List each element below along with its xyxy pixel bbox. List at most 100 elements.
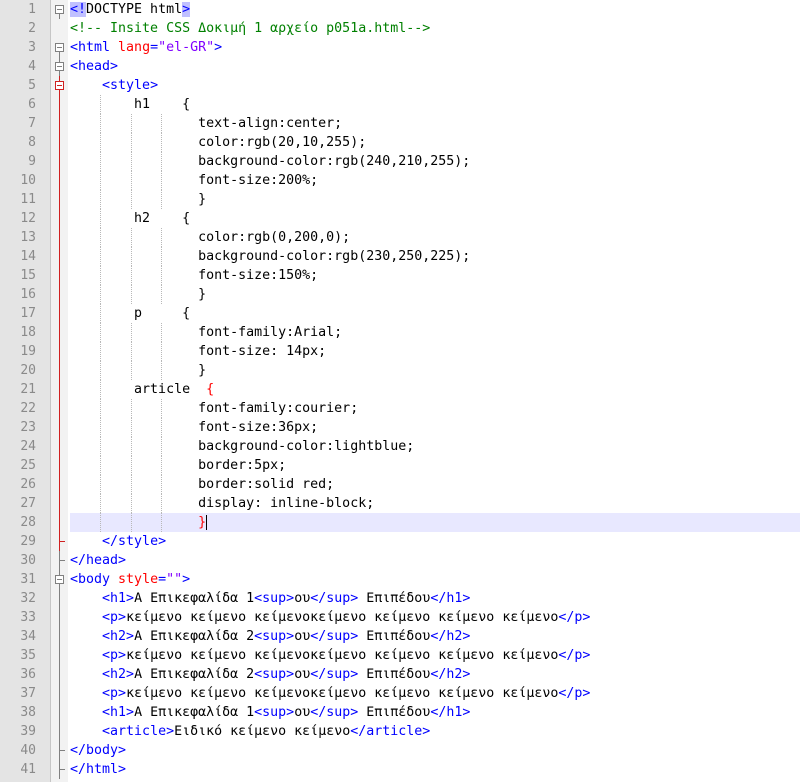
code-line[interactable]: 15 font-size:150%;	[0, 266, 800, 285]
code-line[interactable]: 32 <h1>Α Επικεφαλίδα 1<sup>ου</sup> Επιπ…	[0, 589, 800, 608]
code-text[interactable]: background-color:rgb(230,250,225);	[70, 247, 800, 266]
code-text[interactable]: <h1>Α Επικεφαλίδα 1<sup>ου</sup> Επιπέδο…	[70, 703, 800, 722]
code-text[interactable]: </html>	[70, 760, 800, 779]
fold-toggle-icon[interactable]	[52, 57, 68, 76]
code-line[interactable]: 21 article {	[0, 380, 800, 399]
code-line[interactable]: 16 }	[0, 285, 800, 304]
code-line[interactable]: 25 border:5px;	[0, 456, 800, 475]
code-text[interactable]: <article>Ειδικό κείμενο κείμενο</article…	[70, 722, 800, 741]
line-number: 40	[20, 743, 36, 758]
line-number: 35	[20, 648, 36, 663]
code-text[interactable]: <style>	[70, 76, 800, 95]
code-text[interactable]: h1 {	[70, 95, 800, 114]
code-text[interactable]: article {	[70, 380, 800, 399]
code-token: }	[198, 515, 207, 530]
code-line[interactable]: 9 background-color:rgb(240,210,255);	[0, 152, 800, 171]
code-line[interactable]: 33 <p>κείμενο κείμενο κείμενοκείμενο κεί…	[0, 608, 800, 627]
code-text[interactable]: <p>κείμενο κείμενο κείμενοκείμενο κείμεν…	[70, 646, 800, 665]
code-editor[interactable]: 1 <!DOCTYPE html> 2 <!-- Insite CSS Δοκιμή …	[0, 0, 800, 782]
code-line[interactable]: 24 background-color:lightblue;	[0, 437, 800, 456]
code-text[interactable]: <!-- Insite CSS Δοκιμή 1 αρχείο p051a.ht…	[70, 19, 800, 38]
fold-toggle-icon[interactable]	[52, 570, 68, 589]
code-text[interactable]: font-family:courier;	[70, 399, 800, 418]
code-text[interactable]: font-size: 14px;	[70, 342, 800, 361]
code-text[interactable]: <p>κείμενο κείμενο κείμενοκείμενο κείμεν…	[70, 608, 800, 627]
code-line[interactable]: 26 border:solid red;	[0, 475, 800, 494]
code-lines[interactable]: 1 <!DOCTYPE html> 2 <!-- Insite CSS Δοκιμή …	[0, 0, 800, 779]
code-token: Επιπέδου	[358, 705, 431, 720]
fold-toggle-icon[interactable]	[52, 0, 68, 19]
code-text[interactable]: }	[70, 285, 800, 304]
code-text[interactable]: border:5px;	[70, 456, 800, 475]
code-line[interactable]: 5 <style>	[0, 76, 800, 95]
code-line[interactable]: 29 </style>	[0, 532, 800, 551]
code-line[interactable]: 37 <p>κείμενο κείμενο κείμενοκείμενο κεί…	[0, 684, 800, 703]
code-line[interactable]: 11 }	[0, 190, 800, 209]
code-text[interactable]: <h1>Α Επικεφαλίδα 1<sup>ου</sup> Επιπέδο…	[70, 589, 800, 608]
code-text[interactable]: h2 {	[70, 209, 800, 228]
code-text[interactable]: display: inline-block;	[70, 494, 800, 513]
code-token: </article>	[350, 724, 431, 739]
code-line[interactable]: 40 </body>	[0, 741, 800, 760]
code-line[interactable]: 10 font-size:200%;	[0, 171, 800, 190]
code-line[interactable]: 41 </html>	[0, 760, 800, 779]
code-text[interactable]: background-color:lightblue;	[70, 437, 800, 456]
code-text[interactable]: p {	[70, 304, 800, 323]
code-token: Επιπέδου	[358, 629, 431, 644]
fold-toggle-icon[interactable]	[52, 76, 68, 95]
code-line[interactable]: 13 color:rgb(0,200,0);	[0, 228, 800, 247]
code-text[interactable]: </body>	[70, 741, 800, 760]
code-line[interactable]: 18 font-family:Arial;	[0, 323, 800, 342]
code-text[interactable]: }	[70, 361, 800, 380]
code-line[interactable]: 20 }	[0, 361, 800, 380]
code-text[interactable]: }	[70, 513, 800, 532]
code-text[interactable]: }	[70, 190, 800, 209]
code-line[interactable]: 7 text-align:center;	[0, 114, 800, 133]
code-text[interactable]: background-color:rgb(240,210,255);	[70, 152, 800, 171]
code-line[interactable]: 27 display: inline-block;	[0, 494, 800, 513]
code-text[interactable]: font-size:200%;	[70, 171, 800, 190]
code-line[interactable]: 28 }	[0, 513, 800, 532]
code-text[interactable]: border:solid red;	[70, 475, 800, 494]
code-token: h1 {	[70, 97, 191, 112]
fold-toggle-icon[interactable]	[52, 38, 68, 57]
code-line[interactable]: 14 background-color:rgb(230,250,225);	[0, 247, 800, 266]
code-line[interactable]: 22 font-family:courier;	[0, 399, 800, 418]
code-text[interactable]: text-align:center;	[70, 114, 800, 133]
code-text[interactable]: <p>κείμενο κείμενο κείμενοκείμενο κείμεν…	[70, 684, 800, 703]
code-text[interactable]: font-family:Arial;	[70, 323, 800, 342]
line-number: 1	[28, 2, 36, 17]
code-text[interactable]: </style>	[70, 532, 800, 551]
code-line[interactable]: 23 font-size:36px;	[0, 418, 800, 437]
code-text[interactable]: <!DOCTYPE html>	[70, 0, 800, 19]
code-text[interactable]: <body style="">	[70, 570, 800, 589]
code-line[interactable]: 6 h1 {	[0, 95, 800, 114]
code-line[interactable]: 30 </head>	[0, 551, 800, 570]
code-line[interactable]: 36 <h2>Α Επικεφαλίδα 2<sup>ου</sup> Επιπ…	[0, 665, 800, 684]
code-line[interactable]: 31 <body style="">	[0, 570, 800, 589]
line-number: 12	[20, 211, 36, 226]
code-text[interactable]: </head>	[70, 551, 800, 570]
code-line[interactable]: 19 font-size: 14px;	[0, 342, 800, 361]
code-line[interactable]: 2 <!-- Insite CSS Δοκιμή 1 αρχείο p051a.h…	[0, 19, 800, 38]
code-text[interactable]: color:rgb(20,10,255);	[70, 133, 800, 152]
code-line[interactable]: 12 h2 {	[0, 209, 800, 228]
code-text[interactable]: font-size:36px;	[70, 418, 800, 437]
code-text[interactable]: <h2>Α Επικεφαλίδα 2<sup>ου</sup> Επιπέδο…	[70, 627, 800, 646]
code-line[interactable]: 38 <h1>Α Επικεφαλίδα 1<sup>ου</sup> Επιπ…	[0, 703, 800, 722]
code-text[interactable]: font-size:150%;	[70, 266, 800, 285]
code-line[interactable]: 17 p {	[0, 304, 800, 323]
code-line[interactable]: 8 color:rgb(20,10,255);	[0, 133, 800, 152]
code-text[interactable]: <h2>Α Επικεφαλίδα 2<sup>ου</sup> Επιπέδο…	[70, 665, 800, 684]
code-line[interactable]: 1 <!DOCTYPE html>	[0, 0, 800, 19]
code-text[interactable]: color:rgb(0,200,0);	[70, 228, 800, 247]
indent-guide	[130, 437, 132, 456]
code-text[interactable]: <head>	[70, 57, 800, 76]
code-line[interactable]: 39 <article>Ειδικό κείμενο κείμενο</arti…	[0, 722, 800, 741]
code-line[interactable]: 3 <html lang="el-GR">	[0, 38, 800, 57]
code-line[interactable]: 34 <h2>Α Επικεφαλίδα 2<sup>ου</sup> Επιπ…	[0, 627, 800, 646]
code-text[interactable]: <html lang="el-GR">	[70, 38, 800, 57]
code-line[interactable]: 4 <head>	[0, 57, 800, 76]
code-line[interactable]: 35 <p>κείμενο κείμενο κείμενοκείμενο κεί…	[0, 646, 800, 665]
indent-guide	[161, 323, 163, 342]
